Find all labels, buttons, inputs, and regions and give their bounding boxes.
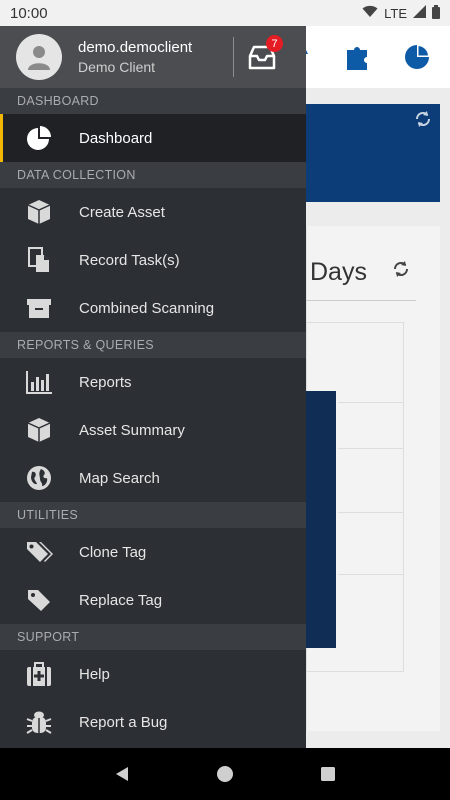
battery-icon <box>432 4 440 22</box>
menu-label: Create Asset <box>79 203 165 221</box>
menu-label: Asset Summary <box>79 421 185 439</box>
drawer-header: demo.democlient Demo Client 7 <box>0 26 306 88</box>
menu-item-replace-tag[interactable]: Replace Tag <box>0 576 306 624</box>
menu-item-asset-summary[interactable]: Asset Summary <box>0 406 306 454</box>
user-client: Demo Client <box>78 59 156 75</box>
avatar[interactable] <box>16 34 62 80</box>
menu-label: Reports <box>79 373 132 391</box>
menu-label: Report a Bug <box>79 713 168 731</box>
inbox-badge: 7 <box>266 35 283 52</box>
section-header-reports-queries: REPORTS & QUERIES <box>0 332 306 358</box>
menu-label: Help <box>79 665 110 683</box>
puzzle-icon <box>343 42 373 72</box>
system-nav-bar <box>0 748 450 800</box>
bar-chart-icon <box>24 367 54 397</box>
globe-icon <box>24 463 54 493</box>
section-header-utilities: UTILITIES <box>0 502 306 528</box>
menu-item-map-search[interactable]: Map Search <box>0 454 306 502</box>
home-icon <box>216 766 233 782</box>
menu-item-combined-scanning[interactable]: Combined Scanning <box>0 284 306 332</box>
section-header-support: SUPPORT <box>0 624 306 650</box>
tags-icon <box>24 537 54 567</box>
menu-item-create-asset[interactable]: Create Asset <box>0 188 306 236</box>
wifi-icon <box>362 5 378 21</box>
menu-item-reports[interactable]: Reports <box>0 358 306 406</box>
section-header-dashboard: DASHBOARD <box>0 88 306 114</box>
navigation-drawer: demo.democlient Demo Client 7 DASHBOARD … <box>0 26 306 748</box>
tag-icon <box>24 585 54 615</box>
bug-icon <box>24 707 54 737</box>
cube-icon <box>24 415 54 445</box>
user-info: demo.democlient Demo Client <box>78 39 192 75</box>
recents-icon <box>321 767 336 781</box>
archive-box-icon <box>24 293 54 323</box>
documents-icon <box>24 245 54 275</box>
signal-icon <box>413 5 426 21</box>
home-button[interactable] <box>211 760 239 788</box>
background-chart-bar <box>306 391 336 648</box>
user-name: demo.democlient <box>78 39 193 56</box>
menu-label: Clone Tag <box>79 543 147 561</box>
chart-gridline <box>338 574 404 575</box>
status-bar: 10:00 LTE <box>0 0 450 26</box>
back-icon <box>115 767 128 781</box>
recents-button[interactable] <box>314 760 342 788</box>
chart-gridline <box>338 448 404 449</box>
chart-gridline <box>338 512 404 513</box>
menu-item-report-bug[interactable]: Report a Bug <box>0 698 306 746</box>
background-divider <box>306 300 416 301</box>
pie-chart-icon <box>24 123 54 153</box>
menu-label: Record Task(s) <box>79 251 180 269</box>
status-time: 10:00 <box>10 4 48 22</box>
network-type: LTE <box>384 5 407 21</box>
chart-gridline <box>338 402 404 403</box>
background-days-label: Days <box>310 258 367 286</box>
menu-label: Replace Tag <box>79 591 163 609</box>
menu-label: Dashboard <box>79 129 153 147</box>
menu-label: Map Search <box>79 469 160 487</box>
header-divider <box>233 37 234 77</box>
background-summary-card <box>306 104 440 202</box>
status-icons: LTE <box>362 4 440 22</box>
menu-item-dashboard[interactable]: Dashboard <box>0 114 306 162</box>
medkit-icon <box>24 659 54 689</box>
back-button[interactable] <box>108 760 136 788</box>
menu-item-help[interactable]: Help <box>0 650 306 698</box>
menu-item-record-tasks[interactable]: Record Task(s) <box>0 236 306 284</box>
menu-label: Combined Scanning <box>79 299 215 317</box>
cube-icon <box>24 197 54 227</box>
menu-item-clone-tag[interactable]: Clone Tag <box>0 528 306 576</box>
pie-chart-toolbar-icon <box>402 42 432 72</box>
section-header-data-collection: DATA COLLECTION <box>0 162 306 188</box>
refresh-icon <box>414 110 432 133</box>
chart-refresh-icon <box>392 260 410 283</box>
user-icon <box>28 46 50 70</box>
